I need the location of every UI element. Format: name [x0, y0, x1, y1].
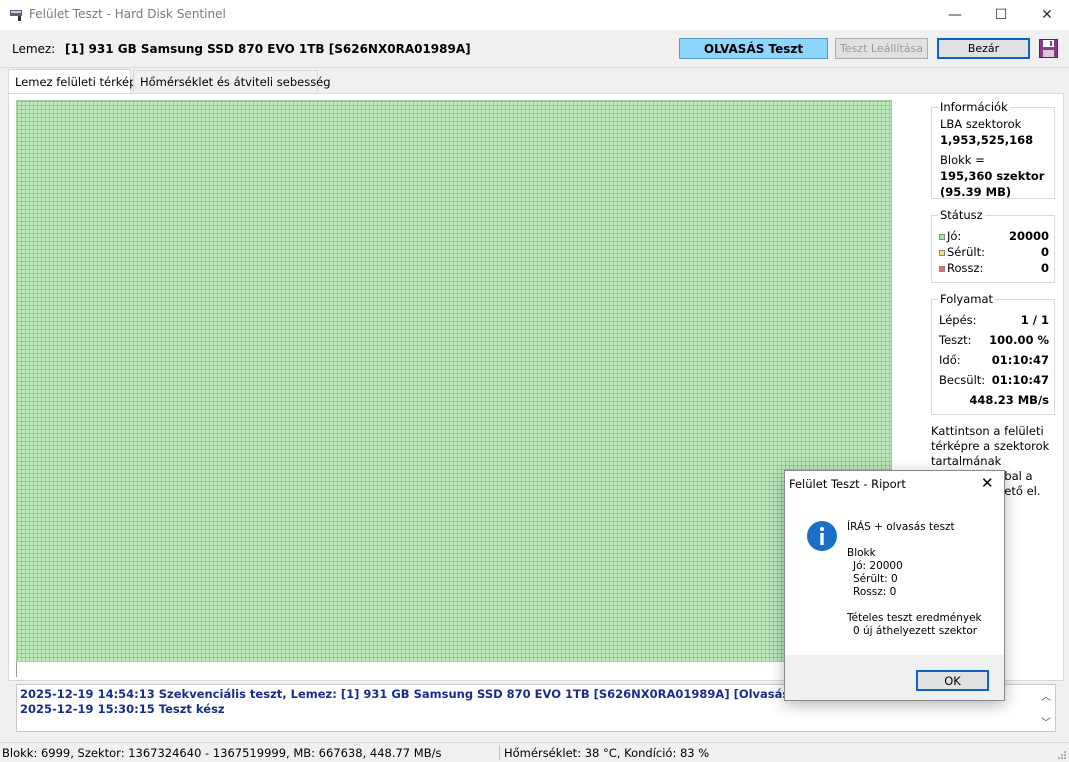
info-title: Információk: [938, 100, 1010, 114]
close-button[interactable]: Bezár: [937, 38, 1030, 59]
block-label: Blokk =: [940, 153, 985, 167]
damaged-value: 0: [1040, 245, 1049, 259]
disk-name[interactable]: [1] 931 GB Samsung SSD 870 EVO 1TB [S626…: [65, 42, 471, 56]
dialog-close-icon[interactable]: ✕: [981, 474, 994, 492]
damaged-swatch: [939, 249, 945, 256]
info-group: Információk LBA szektorok 1,953,525,168 …: [931, 100, 1055, 199]
tab-temperature-transfer[interactable]: Hőmérséklet és átviteli sebesség: [133, 70, 331, 92]
save-icon[interactable]: [1039, 39, 1058, 58]
bad-swatch: [939, 265, 945, 272]
status-good-row: Jó: 20000: [939, 229, 1049, 243]
title-bar: Felület Teszt - Hard Disk Sentinel — ☐ ✕: [0, 0, 1069, 30]
good-value: 20000: [1008, 229, 1049, 243]
test-value: 100.00 %: [989, 333, 1049, 347]
dialog-title: Felület Teszt - Riport: [789, 477, 906, 491]
report-dialog: Felület Teszt - Riport ✕ ÍRÁS + olvasás …: [784, 470, 1005, 701]
disk-label: Lemez:: [12, 42, 56, 56]
time-row: Idő: 01:10:47: [939, 353, 1049, 367]
ok-button[interactable]: OK: [916, 670, 989, 691]
estimated-row: Becsült: 01:10:47: [939, 373, 1049, 387]
maximize-button[interactable]: ☐: [978, 0, 1024, 30]
test-row: Teszt: 100.00 %: [939, 333, 1049, 347]
hint-line-1: Kattintson a felületi: [931, 424, 1044, 438]
log-line: 2025-12-19 15:30:15 Teszt kész: [20, 702, 225, 716]
toolbar: Lemez: [1] 931 GB Samsung SSD 870 EVO 1T…: [0, 30, 1069, 68]
close-window-button[interactable]: ✕: [1024, 0, 1069, 30]
log-line: 2025-12-19 14:54:13 Szekvenciális teszt,…: [20, 687, 795, 701]
dialog-relocated-line: 0 új áthelyezett szektor: [853, 625, 978, 637]
tab-surface-map[interactable]: Lemez felületi térkép: [8, 69, 136, 93]
app-icon: [10, 10, 22, 21]
dialog-title-bar: Felület Teszt - Riport ✕: [785, 471, 1004, 497]
damaged-label: Sérült:: [947, 245, 985, 259]
step-label: Lépés:: [939, 313, 977, 327]
time-value: 01:10:47: [991, 353, 1049, 367]
status-block-info: Blokk: 6999, Szektor: 1367324640 - 13675…: [2, 746, 442, 760]
estimated-value: 01:10:47: [991, 373, 1049, 387]
read-test-button[interactable]: OLVASÁS Teszt: [679, 38, 828, 59]
dialog-results-label: Tételes teszt eredmények: [847, 612, 982, 624]
window-title: Felület Teszt - Hard Disk Sentinel: [29, 7, 226, 21]
status-temperature: Hőmérséklet: 38 °C, Kondíció: 83 %: [504, 746, 710, 760]
lba-label: LBA szektorok: [940, 117, 1022, 131]
status-bad-row: Rossz: 0: [939, 261, 1049, 275]
dialog-block-label: Blokk: [847, 547, 876, 559]
block-value: 195,360 szektor: [940, 169, 1045, 183]
surface-map[interactable]: [16, 100, 892, 662]
progress-title: Folyamat: [938, 292, 996, 306]
good-swatch: [939, 233, 945, 240]
scroll-up-icon[interactable]: ︿: [1041, 688, 1051, 703]
dialog-damaged-line: Sérült: 0: [853, 573, 898, 585]
hint-line-3: tartalmának: [931, 454, 1002, 468]
estimated-label: Becsült:: [939, 373, 986, 387]
minimize-button[interactable]: —: [932, 0, 978, 30]
dialog-body: ÍRÁS + olvasás teszt Blokk Jó: 20000 Sér…: [785, 497, 1004, 655]
dialog-bad-line: Rossz: 0: [853, 586, 897, 598]
block-size: (95.39 MB): [940, 185, 1012, 199]
bad-value: 0: [1040, 261, 1049, 275]
status-group: Státusz Jó: 20000 Sérült: 0 Rossz: 0: [931, 208, 1055, 283]
map-divider: [16, 662, 17, 677]
hint-line-2: térképre a szektorok: [931, 439, 1050, 453]
scroll-down-icon[interactable]: ﹀: [1041, 714, 1051, 729]
log-scrollbar[interactable]: ︿ ﹀: [1038, 686, 1054, 730]
info-icon: [807, 521, 837, 551]
time-label: Idő:: [939, 353, 961, 367]
dialog-heading: ÍRÁS + olvasás teszt: [847, 521, 955, 533]
progress-group: Folyamat Lépés: 1 / 1 Teszt: 100.00 % Id…: [931, 292, 1055, 415]
status-damaged-row: Sérült: 0: [939, 245, 1049, 259]
step-row: Lépés: 1 / 1: [939, 313, 1049, 327]
resize-grip-icon[interactable]: [1057, 750, 1067, 760]
status-divider: [499, 745, 500, 760]
lba-value: 1,953,525,168: [940, 133, 1034, 147]
stop-test-button[interactable]: Teszt Leállítása: [835, 38, 928, 59]
speed-value: 448.23 MB/s: [969, 393, 1049, 407]
test-label: Teszt:: [939, 333, 972, 347]
bad-label: Rossz:: [947, 261, 984, 275]
good-label: Jó:: [947, 229, 962, 243]
status-title: Státusz: [938, 208, 985, 222]
dialog-good-line: Jó: 20000: [853, 560, 903, 572]
step-value: 1 / 1: [1020, 313, 1049, 327]
status-bar: Blokk: 6999, Szektor: 1367324640 - 13675…: [0, 742, 1069, 762]
